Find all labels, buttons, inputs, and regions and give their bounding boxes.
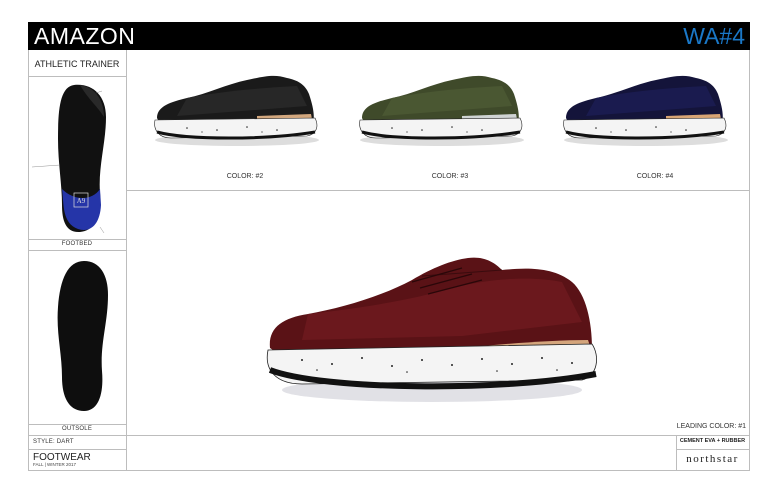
style-name: STYLE: DART (33, 439, 74, 445)
footer-rule (126, 435, 749, 436)
sidebar-rule (28, 424, 126, 425)
colorway-label: COLOR: #4 (636, 173, 674, 180)
brand-title: AMAZON (34, 23, 136, 49)
footer-rule (676, 449, 749, 450)
frame-right (749, 50, 750, 470)
shoe-colorway-4 (563, 75, 728, 146)
footbed-drawing: A9 (31, 84, 106, 234)
shoe-colorway-2 (154, 75, 319, 146)
frame-bottom (28, 470, 750, 471)
product-type: ATHLETIC TRAINER (34, 59, 120, 69)
footbed-label: FOOTBED (61, 241, 93, 247)
shoe-colorway-3 (359, 75, 524, 146)
sheet-code: WA#4 (683, 23, 745, 49)
sidebar-rule (28, 239, 126, 240)
colorway-label: COLOR: #2 (226, 173, 264, 180)
leading-color-label: LEADING COLOR: #1 (676, 423, 746, 430)
shoe-leading-color (266, 257, 597, 402)
outsole-drawing (57, 261, 108, 411)
outsole-label: OUTSOLE (61, 426, 93, 432)
sidebar-rule (28, 449, 126, 450)
northstar-logo: northstar (686, 453, 739, 465)
colorway-row-rule (126, 190, 749, 191)
material-spec: CEMENT EVA + RUBBER (679, 438, 746, 444)
colorway-label: COLOR: #3 (431, 173, 469, 180)
sidebar-rule (28, 435, 126, 436)
header-bar (28, 22, 750, 50)
season-label: FALL | WINTER 2017 (33, 462, 77, 467)
insole-logo: A9 (77, 197, 86, 205)
sidebar-divider (126, 50, 127, 470)
